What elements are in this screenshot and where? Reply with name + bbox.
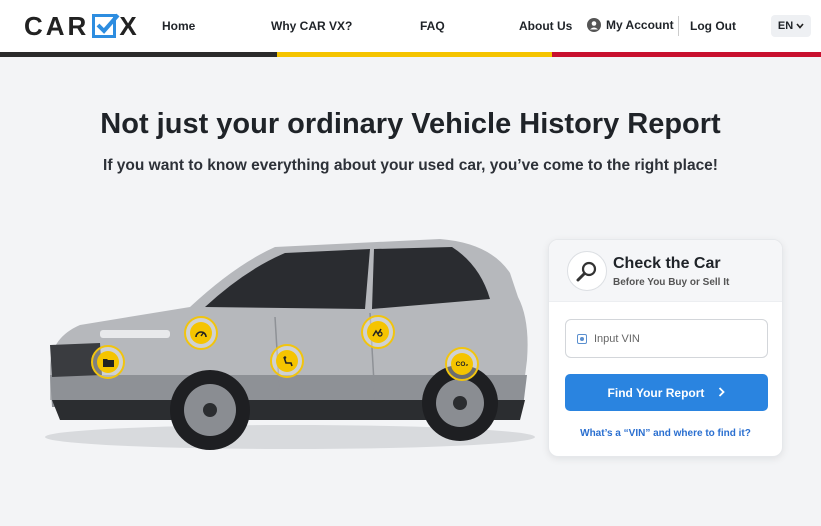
folder-icon (97, 351, 119, 373)
hotspot-folder[interactable] (91, 345, 125, 379)
vin-input[interactable] (565, 319, 768, 358)
card-header: Check the Car Before You Buy or Sell It (549, 240, 782, 302)
speedometer-icon (190, 322, 212, 344)
stripe-yellow (277, 52, 552, 57)
language-selector[interactable]: EN (771, 15, 811, 37)
nav-why-car-vx[interactable]: Why CAR VX? (271, 19, 352, 33)
nav-log-out[interactable]: Log Out (690, 19, 736, 33)
chevron-down-icon (796, 20, 804, 32)
logo-text-x: X (119, 10, 140, 41)
check-car-card: Check the Car Before You Buy or Sell It … (548, 239, 783, 457)
chevron-right-icon (718, 386, 726, 400)
seat-icon (276, 350, 298, 372)
user-circle-icon (587, 18, 601, 32)
stripe-dark (0, 52, 277, 57)
checkmark-icon (92, 13, 120, 38)
card-title: Check the Car (613, 255, 721, 272)
carvx-logo[interactable]: CAR X (24, 10, 140, 41)
my-account-label: My Account (606, 18, 674, 32)
scan-icon (577, 334, 587, 344)
my-account-link[interactable]: My Account (587, 18, 674, 32)
damage-icon (367, 321, 389, 343)
nav-faq[interactable]: FAQ (420, 19, 445, 33)
hotspot-co2[interactable]: CO₂ (445, 347, 479, 381)
car-image (40, 225, 540, 460)
co2-icon: CO₂ (451, 353, 473, 375)
page-subtitle: If you want to know everything about you… (103, 157, 718, 174)
top-navigation: CAR X Home Why CAR VX? FAQ About Us My A… (0, 0, 821, 52)
magnifier-icon (567, 251, 607, 291)
nav-home[interactable]: Home (162, 19, 195, 33)
logo-text-car: CAR (24, 10, 90, 41)
page-title: Not just your ordinary Vehicle History R… (100, 108, 721, 140)
what-is-vin-link[interactable]: What’s a “VIN” and where to find it? (549, 428, 782, 439)
language-label: EN (777, 20, 794, 32)
nav-about-us[interactable]: About Us (519, 19, 572, 33)
nav-divider (678, 16, 679, 36)
hotspot-seat[interactable] (270, 344, 304, 378)
hotspot-damage[interactable] (361, 315, 395, 349)
co2-label: CO₂ (455, 360, 469, 368)
stripe-red (552, 52, 821, 57)
hotspot-mileage[interactable] (184, 316, 218, 350)
find-report-button[interactable]: Find Your Report (565, 374, 768, 411)
card-subtitle: Before You Buy or Sell It (613, 277, 730, 288)
find-report-label: Find Your Report (607, 385, 705, 400)
